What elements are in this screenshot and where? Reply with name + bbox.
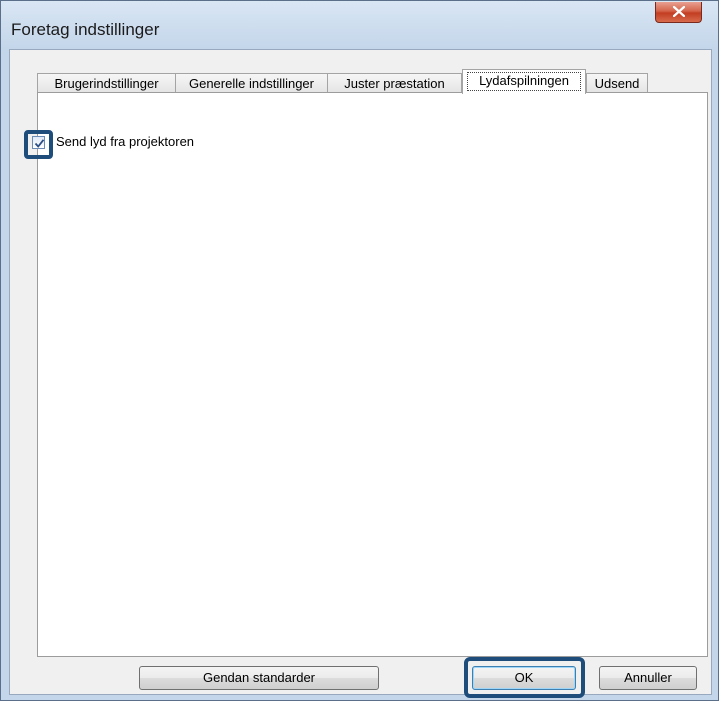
restore-defaults-button[interactable]: Gendan standarder — [139, 666, 379, 690]
tab-udsend[interactable]: Udsend — [586, 73, 648, 93]
send-audio-checkbox-label: Send lyd fra projektoren — [56, 134, 195, 149]
tab-generelle-indstillinger[interactable]: Generelle indstillinger — [175, 73, 328, 93]
tab-label: Udsend — [594, 76, 640, 91]
send-audio-checkbox[interactable] — [32, 136, 45, 149]
checkmark-icon — [34, 139, 45, 148]
ok-button[interactable]: OK — [472, 666, 576, 690]
tab-label: Juster præstation — [344, 76, 445, 91]
tab-label: Lydafspilningen — [479, 73, 569, 88]
tab-juster-praestation[interactable]: Juster præstation — [327, 73, 462, 93]
tab-brugerindstillinger[interactable]: Brugerindstillinger — [37, 73, 176, 93]
tab-lydafspilningen[interactable]: Lydafspilningen — [462, 69, 586, 94]
close-x-icon — [673, 6, 685, 17]
tab-label: Generelle indstillinger — [188, 76, 314, 91]
dialog-client-area: Brugerindstillinger Generelle indstillin… — [9, 49, 712, 698]
window-title: Foretag indstillinger — [11, 20, 160, 39]
settings-dialog: Foretag indstillinger Brugerindstillinge… — [0, 0, 719, 701]
tab-panel — [37, 92, 708, 657]
title-bar[interactable]: Foretag indstillinger — [1, 1, 718, 49]
tab-label: Brugerindstillinger — [54, 76, 159, 91]
cancel-button[interactable]: Annuller — [599, 666, 697, 690]
close-button[interactable] — [655, 2, 702, 23]
